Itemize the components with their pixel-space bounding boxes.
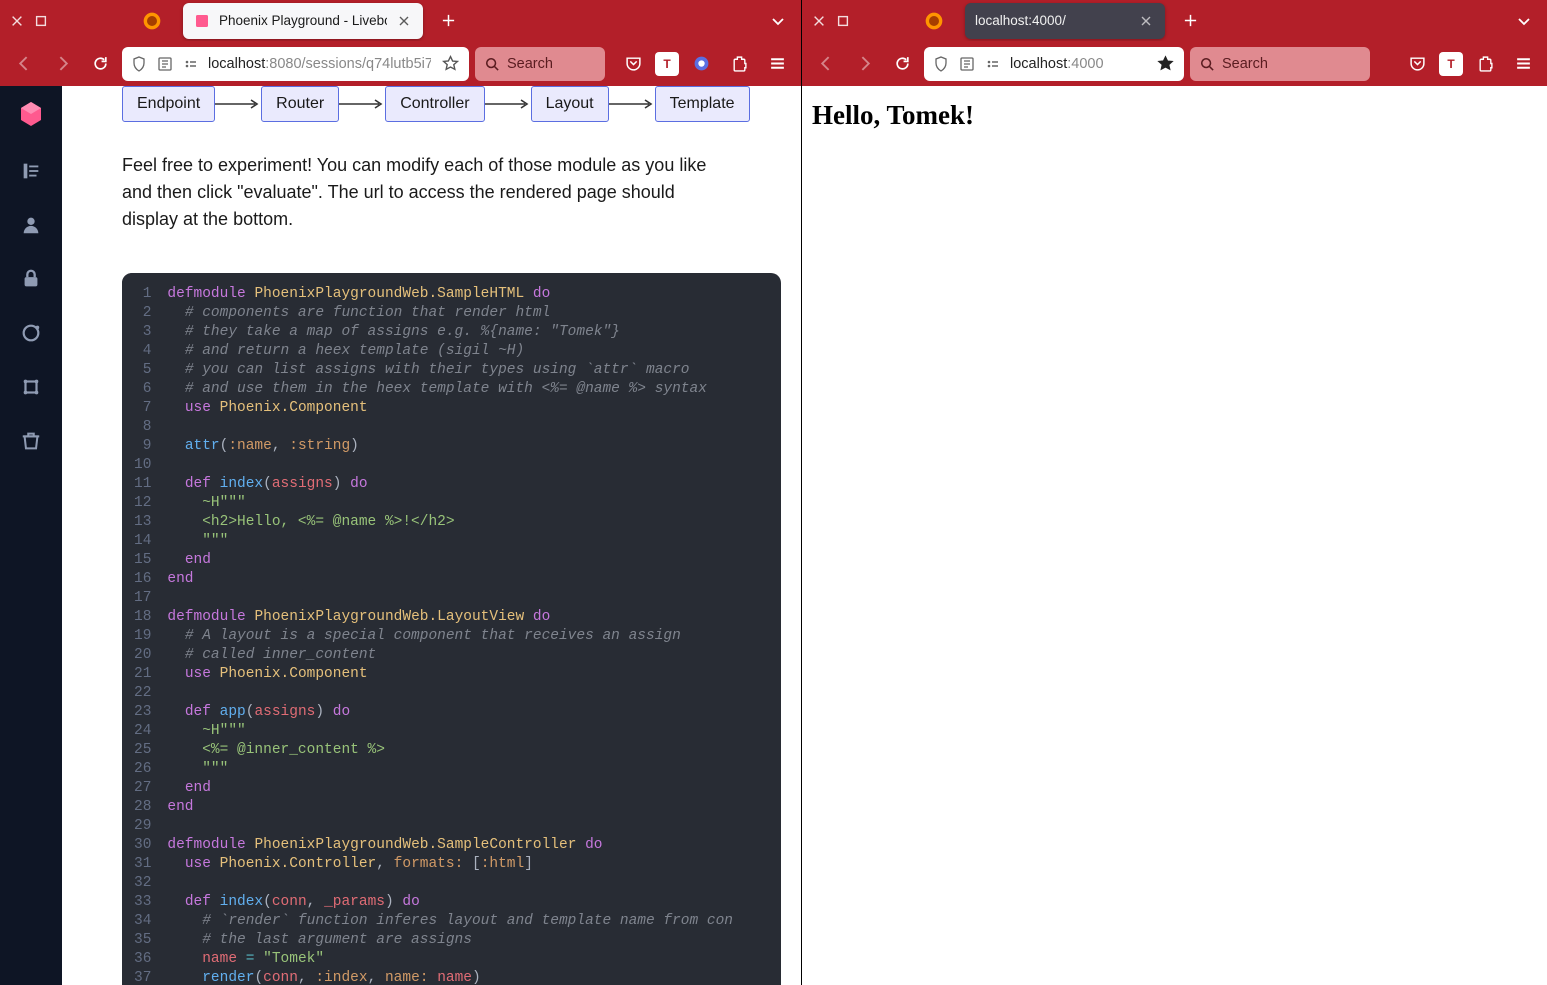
new-tab-button[interactable] (1175, 6, 1205, 36)
shield-icon[interactable] (932, 55, 950, 73)
bookmark-button[interactable] (439, 53, 461, 75)
titlebar: Phoenix Playground - Livebo (0, 0, 801, 41)
site-info-icon[interactable] (182, 55, 200, 73)
tabs-dropdown-button[interactable] (1509, 6, 1539, 36)
livebook-favicon-icon (193, 12, 211, 30)
flow-box: Endpoint (122, 86, 215, 122)
url-text: localhost:8080/sessions/q74lutb5i7h3 (208, 56, 431, 72)
flow-diagram: Endpoint Router Controller Layout Templa… (122, 86, 781, 122)
hello-heading: Hello, Tomek! (812, 100, 974, 971)
forward-button[interactable] (848, 48, 880, 80)
forward-button[interactable] (46, 48, 78, 80)
runtime-panel-icon[interactable] (18, 320, 44, 346)
url-bar[interactable]: localhost:8080/sessions/q74lutb5i7h3 (122, 47, 469, 81)
firefox-icon (133, 11, 171, 31)
page-content: Hello, Tomek! (802, 86, 1547, 985)
back-button[interactable] (810, 48, 842, 80)
left-browser-window: Phoenix Playground - Livebo localhost:80… (0, 0, 802, 985)
url-text: localhost:4000 (1010, 56, 1146, 72)
menu-button[interactable] (761, 48, 793, 80)
arrow-icon (609, 98, 655, 110)
secrets-panel-icon[interactable] (18, 266, 44, 292)
search-icon (1200, 57, 1214, 71)
livebook-logo-icon[interactable] (15, 98, 47, 130)
permissions-icon[interactable] (156, 55, 174, 73)
menu-button[interactable] (1507, 48, 1539, 80)
arrow-icon (339, 98, 385, 110)
right-browser-window: localhost:4000/ localhost:4000 Search T … (802, 0, 1547, 985)
browser-tab[interactable]: localhost:4000/ (965, 3, 1165, 39)
site-info-icon[interactable] (984, 55, 1002, 73)
search-placeholder: Search (507, 56, 553, 72)
notebook-main: Endpoint Router Controller Layout Templa… (62, 86, 801, 985)
new-tab-button[interactable] (433, 6, 463, 36)
firefox-icon (915, 11, 953, 31)
search-icon (485, 57, 499, 71)
back-button[interactable] (8, 48, 40, 80)
flow-box: Router (261, 86, 339, 122)
bookmark-button[interactable] (1154, 53, 1176, 75)
browser-tab[interactable]: Phoenix Playground - Livebo (183, 3, 423, 39)
url-bar[interactable]: localhost:4000 (924, 47, 1184, 81)
pocket-button[interactable] (1401, 48, 1433, 80)
dependencies-panel-icon[interactable] (18, 374, 44, 400)
toolbar: localhost:8080/sessions/q74lutb5i7h3 Sea… (0, 41, 801, 86)
search-placeholder: Search (1222, 56, 1268, 72)
tab-title: localhost:4000/ (975, 13, 1129, 28)
extensions-button[interactable] (1469, 48, 1501, 80)
search-bar[interactable]: Search (475, 47, 605, 81)
arrow-icon (485, 98, 531, 110)
shield-icon[interactable] (130, 55, 148, 73)
reload-button[interactable] (886, 48, 918, 80)
description-text: Feel free to experiment! You can modify … (122, 152, 722, 233)
profile-button[interactable]: T (1439, 52, 1463, 76)
search-bar[interactable]: Search (1190, 47, 1370, 81)
close-window-button[interactable] (8, 12, 26, 30)
tab-title: Phoenix Playground - Livebo (219, 13, 387, 28)
close-tab-button[interactable] (395, 12, 413, 30)
section-list-icon[interactable] (18, 158, 44, 184)
permissions-icon[interactable] (958, 55, 976, 73)
profile-button[interactable]: T (655, 52, 679, 76)
bin-panel-icon[interactable] (18, 428, 44, 454)
maximize-window-button[interactable] (32, 12, 50, 30)
tabs-dropdown-button[interactable] (763, 6, 793, 36)
code-cell[interactable]: 1234567891011121314151617181920212223242… (122, 273, 781, 985)
close-window-button[interactable] (810, 12, 828, 30)
code-content[interactable]: defmodule PhoenixPlaygroundWeb.SampleHTM… (161, 273, 733, 985)
reload-button[interactable] (84, 48, 116, 80)
flow-box: Template (655, 86, 750, 122)
flow-box: Layout (531, 86, 609, 122)
tracking-protection-button[interactable] (685, 48, 717, 80)
pocket-button[interactable] (617, 48, 649, 80)
toolbar: localhost:4000 Search T (802, 41, 1547, 86)
users-panel-icon[interactable] (18, 212, 44, 238)
titlebar: localhost:4000/ (802, 0, 1547, 41)
flow-box: Controller (385, 86, 484, 122)
close-tab-button[interactable] (1137, 12, 1155, 30)
extensions-button[interactable] (723, 48, 755, 80)
line-gutter: 1234567891011121314151617181920212223242… (122, 273, 161, 985)
sidebar (0, 86, 62, 985)
maximize-window-button[interactable] (834, 12, 852, 30)
arrow-icon (215, 98, 261, 110)
